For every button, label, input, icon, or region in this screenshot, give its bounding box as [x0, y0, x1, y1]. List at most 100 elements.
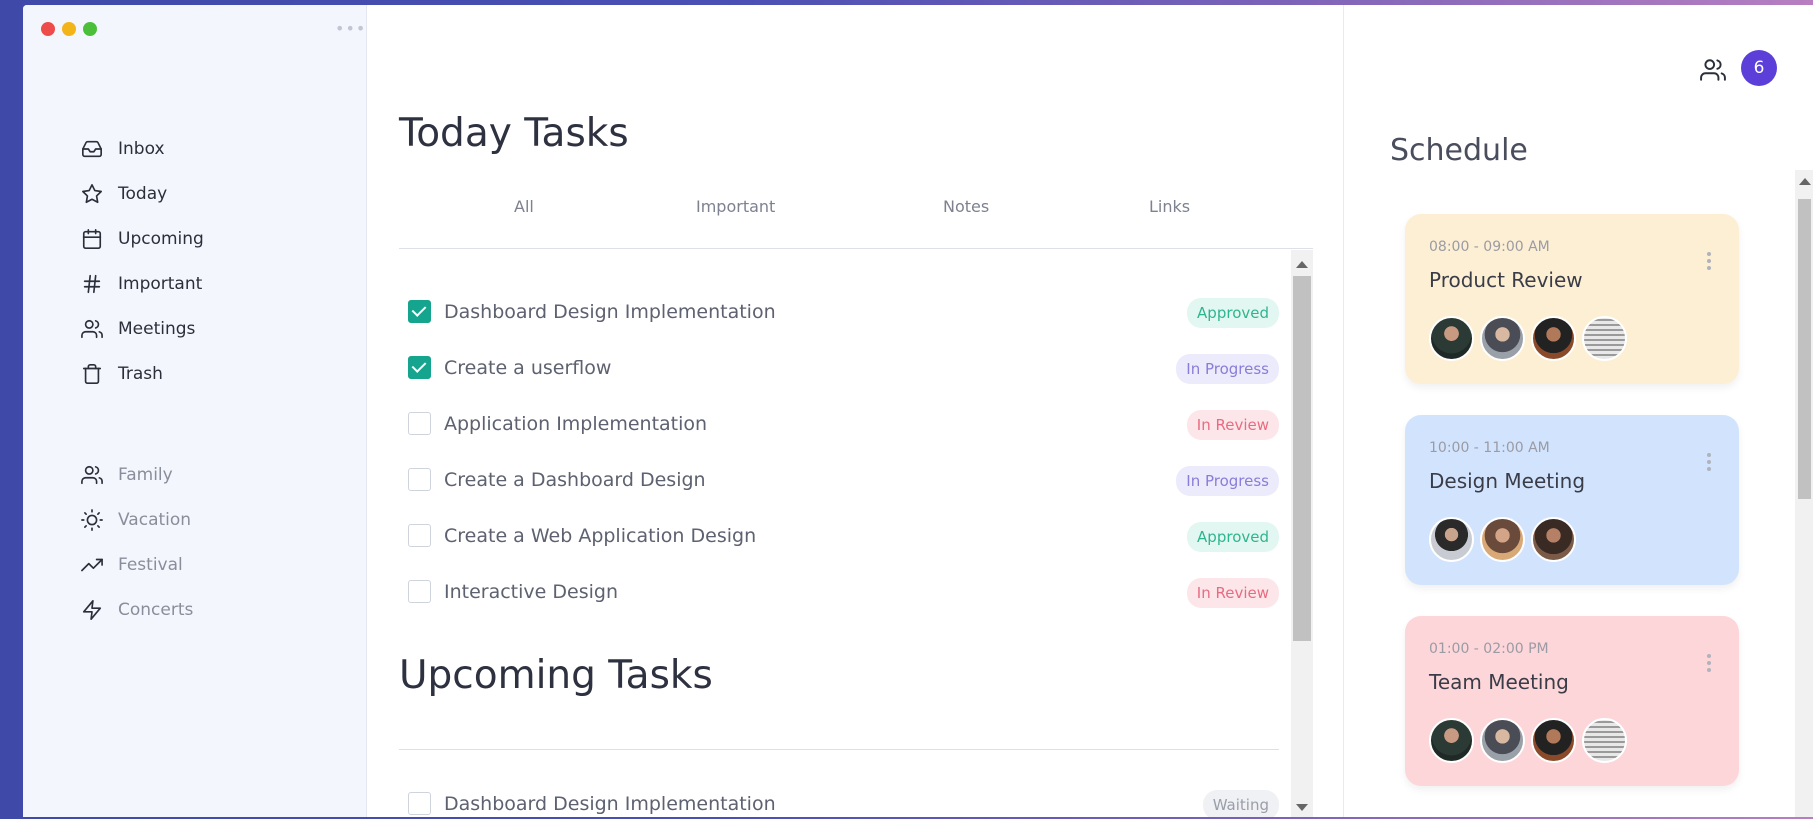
task-checkbox[interactable]	[408, 412, 431, 435]
app-window: ••• Inbox Today Upcoming Important Meeti…	[23, 5, 1813, 817]
schedule-panel: 6 Schedule 08:00 - 09:00 AM Product Revi…	[1343, 5, 1813, 817]
task-list-area: Dashboard Design Implementation Approved…	[399, 250, 1313, 817]
more-vertical-icon[interactable]	[1707, 252, 1711, 270]
sidebar-item-label: Festival	[118, 554, 183, 575]
sidebar-item-important[interactable]: Important	[81, 261, 204, 306]
task-row: Create a Web Application Design Approved	[399, 516, 1279, 556]
minimize-window-button[interactable]	[62, 22, 76, 36]
scroll-up-icon[interactable]	[1296, 261, 1308, 268]
task-checkbox[interactable]	[408, 524, 431, 547]
divider	[399, 749, 1279, 750]
status-badge: Approved	[1187, 522, 1279, 552]
tab-all[interactable]: All	[514, 197, 534, 216]
maximize-window-button[interactable]	[83, 22, 97, 36]
sidebar-item-family[interactable]: Family	[81, 452, 193, 497]
task-checkbox[interactable]	[408, 300, 431, 323]
sidebar-item-inbox[interactable]: Inbox	[81, 126, 204, 171]
task-list-scrollbar[interactable]	[1291, 250, 1313, 817]
sidebar: ••• Inbox Today Upcoming Important Meeti…	[23, 5, 367, 817]
window-controls	[41, 22, 97, 36]
avatar	[1531, 316, 1576, 361]
task-row: Dashboard Design Implementation Waiting	[399, 784, 1279, 817]
avatar	[1582, 316, 1627, 361]
more-vertical-icon[interactable]	[1707, 453, 1711, 471]
task-title: Dashboard Design Implementation	[444, 793, 776, 815]
star-icon	[82, 183, 102, 203]
sidebar-item-upcoming[interactable]: Upcoming	[81, 216, 204, 261]
sidebar-item-concerts[interactable]: Concerts	[81, 587, 193, 632]
event-title: Team Meeting	[1429, 670, 1569, 694]
scrollbar-thumb[interactable]	[1293, 276, 1311, 641]
sidebar-item-label: Vacation	[118, 509, 192, 530]
hash-icon	[83, 274, 101, 293]
task-title: Create a userflow	[444, 357, 612, 379]
sidebar-item-festival[interactable]: Festival	[81, 542, 193, 587]
avatar	[1582, 718, 1627, 763]
schedule-title: Schedule	[1390, 133, 1528, 168]
status-badge: Approved	[1187, 298, 1279, 328]
sidebar-item-trash[interactable]: Trash	[81, 351, 204, 396]
main-content: Today Tasks All Important Notes Links Da…	[367, 5, 1343, 817]
page-title: Today Tasks	[399, 111, 629, 156]
calendar-icon	[82, 228, 102, 249]
notification-count-badge[interactable]: 6	[1741, 50, 1777, 86]
scrollbar-thumb[interactable]	[1798, 199, 1811, 499]
tab-links[interactable]: Links	[1149, 197, 1190, 216]
avatar	[1429, 718, 1474, 763]
close-window-button[interactable]	[41, 22, 55, 36]
trending-up-icon	[81, 558, 103, 571]
task-checkbox[interactable]	[408, 792, 431, 815]
task-title: Interactive Design	[444, 581, 618, 603]
tab-notes[interactable]: Notes	[943, 197, 989, 216]
task-checkbox[interactable]	[408, 580, 431, 603]
attendee-list	[1429, 718, 1627, 763]
task-checkbox[interactable]	[408, 468, 431, 491]
sidebar-item-vacation[interactable]: Vacation	[81, 497, 193, 542]
avatar	[1531, 718, 1576, 763]
sidebar-item-label: Concerts	[118, 599, 194, 620]
sun-icon	[81, 508, 103, 531]
users-icon	[81, 465, 103, 484]
task-row: Application Implementation In Review	[399, 404, 1279, 444]
event-title: Design Meeting	[1429, 469, 1586, 493]
event-card[interactable]: 08:00 - 09:00 AM Product Review	[1405, 214, 1739, 384]
more-vertical-icon[interactable]	[1707, 654, 1711, 672]
event-title: Product Review	[1429, 268, 1583, 292]
status-badge: Waiting	[1202, 790, 1279, 817]
attendee-list	[1429, 517, 1576, 562]
trash-icon	[82, 363, 102, 384]
event-time: 01:00 - 02:00 PM	[1429, 641, 1549, 657]
task-row: Dashboard Design Implementation Approved	[399, 292, 1279, 332]
scroll-up-icon[interactable]	[1799, 178, 1811, 185]
task-checkbox[interactable]	[408, 356, 431, 379]
task-row: Interactive Design In Review	[399, 572, 1279, 612]
primary-nav: Inbox Today Upcoming Important Meetings …	[81, 126, 204, 396]
event-card[interactable]: 01:00 - 02:00 PM Team Meeting	[1405, 616, 1739, 786]
scroll-down-icon[interactable]	[1296, 804, 1308, 811]
users-icon[interactable]	[1700, 57, 1726, 83]
tab-important[interactable]: Important	[696, 197, 775, 216]
avatar	[1480, 316, 1525, 361]
schedule-scrollbar[interactable]	[1795, 170, 1813, 817]
more-options-icon[interactable]: •••	[335, 19, 366, 38]
avatar	[1480, 517, 1525, 562]
attendee-list	[1429, 316, 1627, 361]
event-card[interactable]: 10:00 - 11:00 AM Design Meeting	[1405, 415, 1739, 585]
sidebar-item-meetings[interactable]: Meetings	[81, 306, 204, 351]
sidebar-item-today[interactable]: Today	[81, 171, 204, 216]
status-badge: In Review	[1186, 410, 1279, 440]
sidebar-item-label: Meetings	[118, 318, 196, 339]
sidebar-item-label: Today	[118, 183, 168, 204]
status-badge: In Progress	[1176, 466, 1279, 496]
sidebar-item-label: Family	[118, 464, 173, 485]
sidebar-item-label: Inbox	[118, 138, 165, 159]
task-title: Create a Dashboard Design	[444, 469, 706, 491]
task-row: Create a Dashboard Design In Progress	[399, 460, 1279, 500]
avatar	[1429, 517, 1474, 562]
task-title: Dashboard Design Implementation	[444, 301, 776, 323]
sidebar-item-label: Trash	[118, 363, 163, 384]
task-tabs: All Important Notes Links	[399, 185, 1313, 249]
zap-icon	[82, 599, 102, 620]
task-title: Application Implementation	[444, 413, 708, 435]
avatar	[1429, 316, 1474, 361]
